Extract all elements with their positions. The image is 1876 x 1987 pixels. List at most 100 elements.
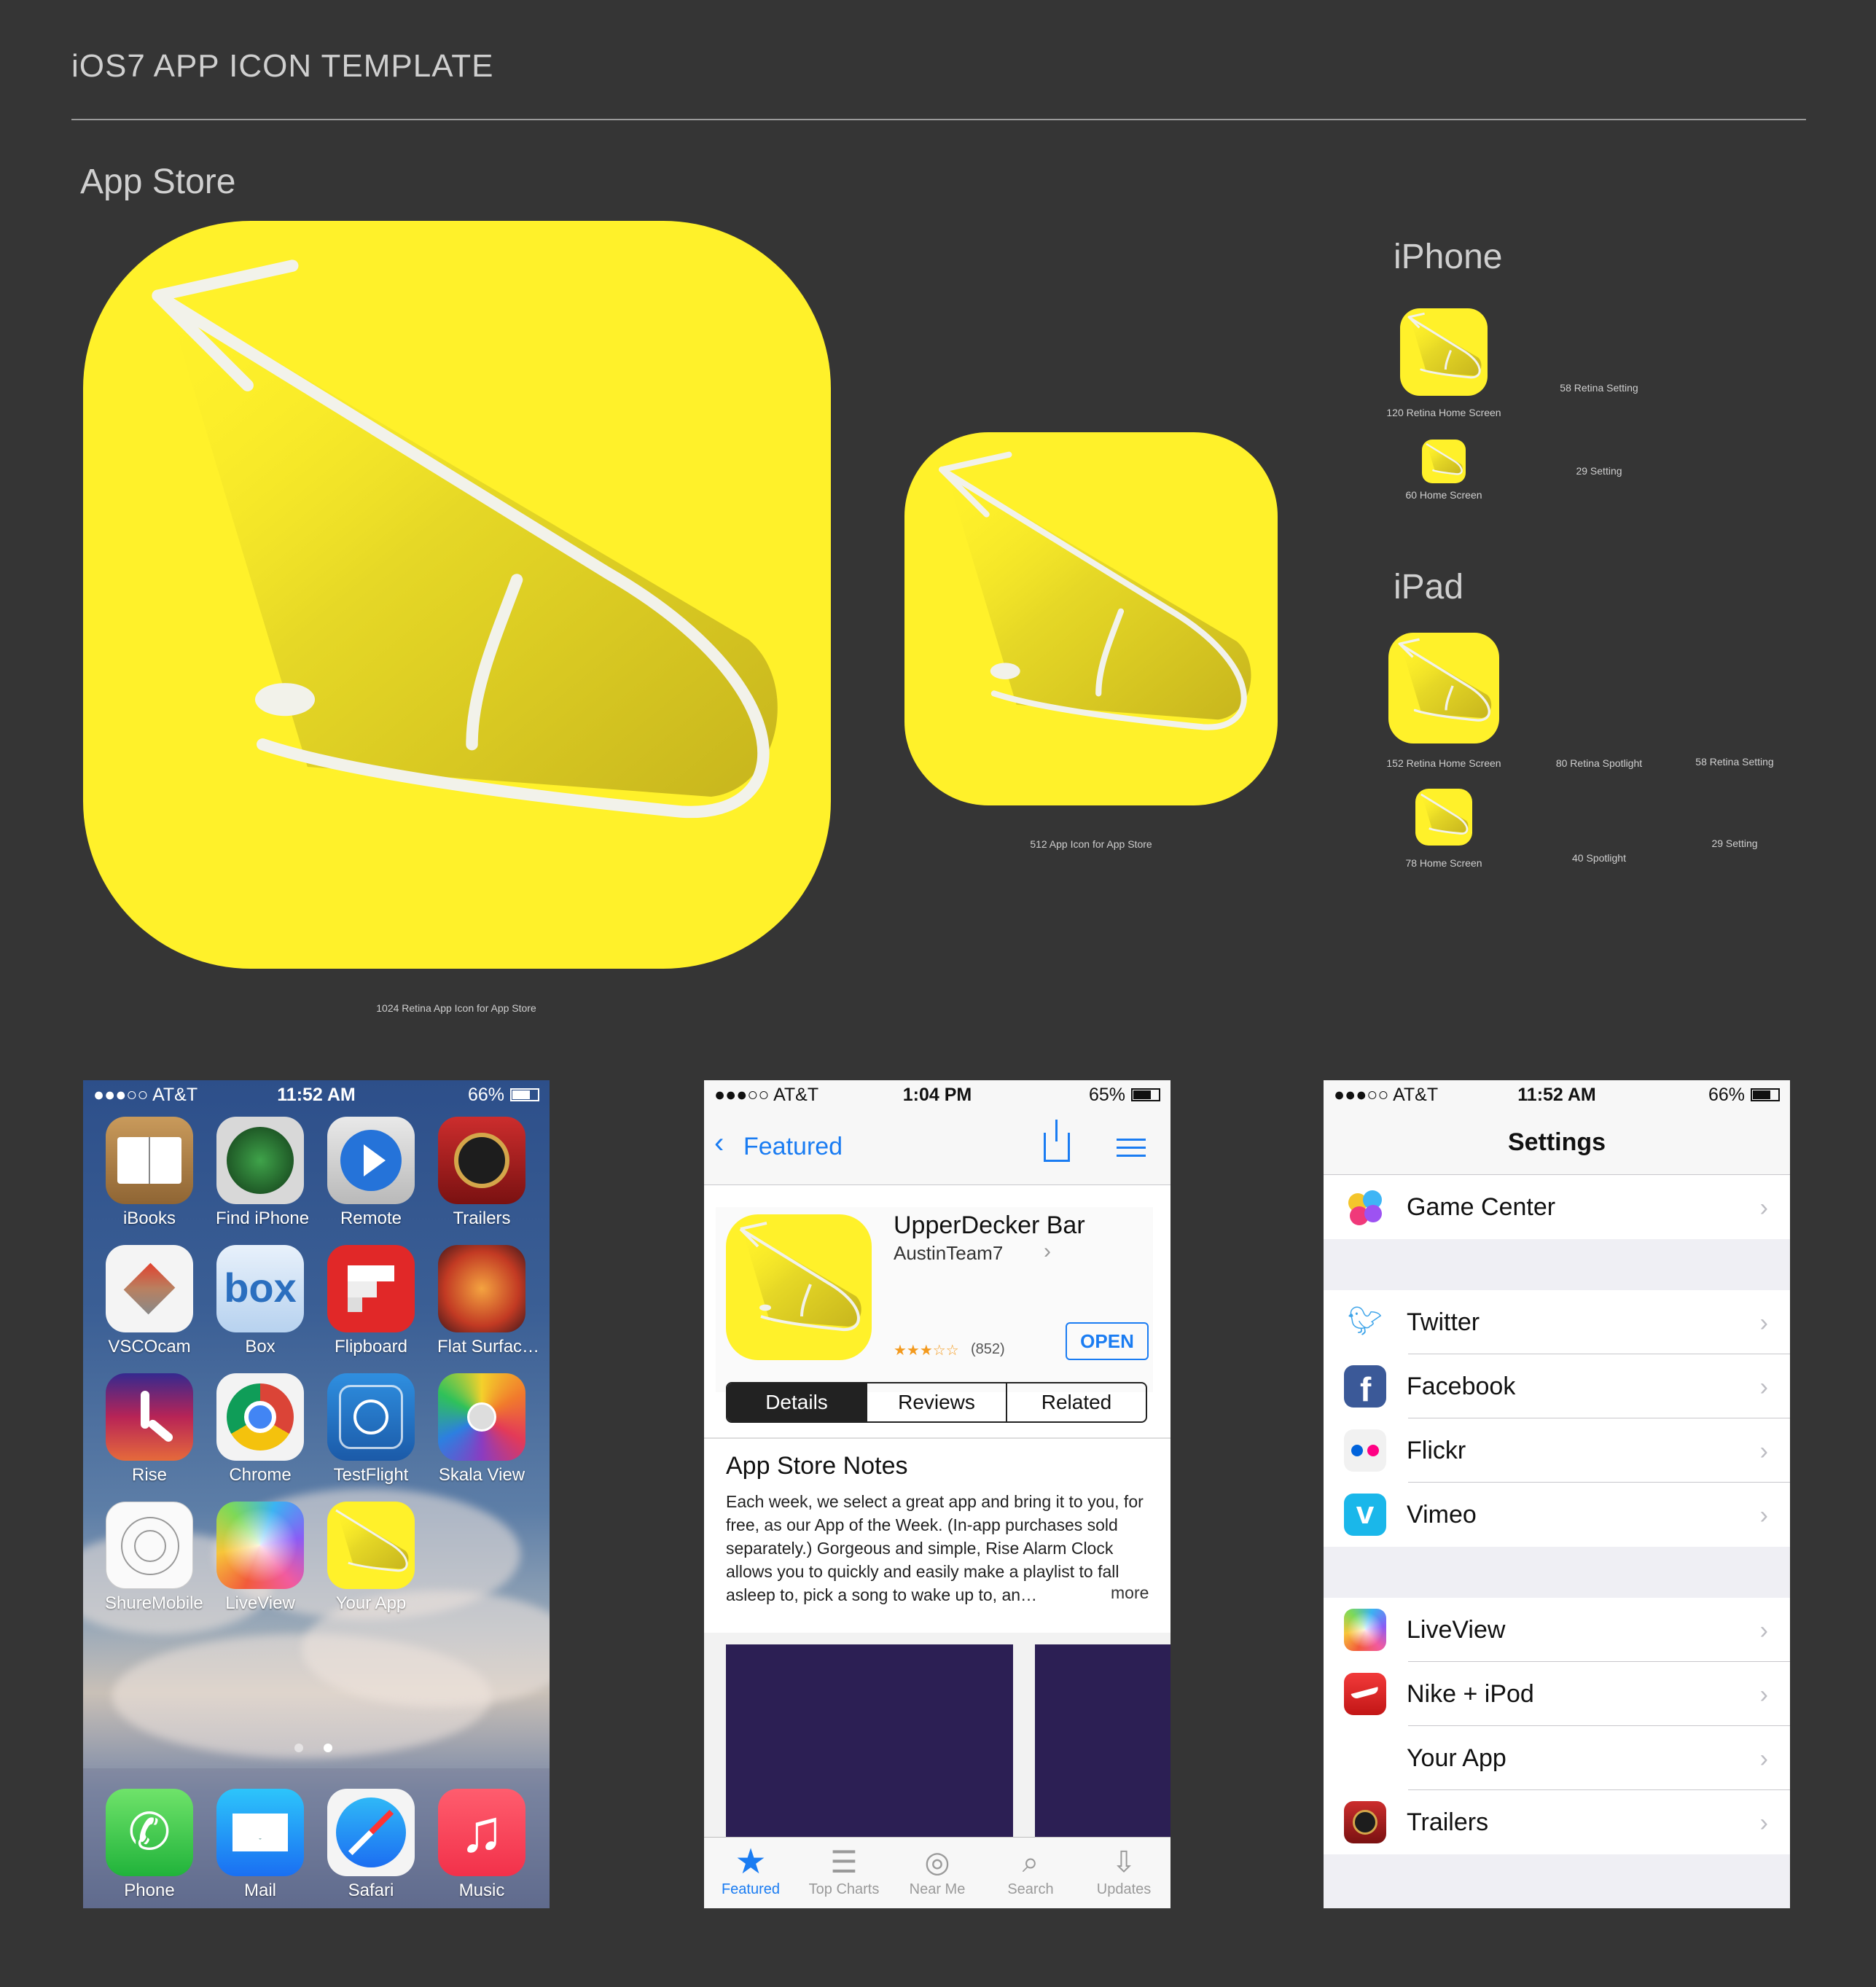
app-safari[interactable]: Safari xyxy=(327,1789,415,1901)
app-liveview[interactable]: LiveView xyxy=(216,1502,305,1614)
app-remote[interactable]: Remote xyxy=(327,1117,415,1229)
music-icon: ♫ xyxy=(438,1789,525,1876)
title-divider xyxy=(71,119,1806,120)
chevron-right-icon: › xyxy=(1759,1809,1768,1837)
your-app-icon xyxy=(1344,1737,1386,1779)
chevron-right-icon: › xyxy=(1759,1309,1768,1337)
row-facebook[interactable]: f Facebook › xyxy=(1324,1354,1790,1418)
developer-link[interactable]: AustinTeam7 xyxy=(894,1242,1003,1265)
tab-top-charts[interactable]: ☰ Top Charts xyxy=(797,1838,891,1908)
settings-title: Settings xyxy=(1324,1109,1790,1175)
back-chevron-icon[interactable]: ‹ xyxy=(714,1127,724,1160)
app-chrome[interactable]: Chrome xyxy=(216,1373,305,1486)
segment-related[interactable]: Related xyxy=(1007,1383,1146,1421)
row-liveview[interactable]: LiveView › xyxy=(1324,1598,1790,1662)
chrome-icon xyxy=(216,1373,304,1461)
upperdecker-logo-icon xyxy=(939,451,1251,730)
icon-iphone-120 xyxy=(1400,308,1488,396)
download-icon: ⇩ xyxy=(1111,1846,1136,1878)
caption-iphone-60: 60 Home Screen xyxy=(1405,489,1482,501)
developer-chevron-icon[interactable]: › xyxy=(1044,1239,1051,1264)
caption-iphone-29: 29 Setting xyxy=(1576,465,1622,477)
testflight-icon xyxy=(327,1373,415,1461)
app-icon-1024 xyxy=(83,221,831,969)
row-twitter[interactable]: 🐦︎ Twitter › xyxy=(1324,1290,1790,1354)
caption-ipad-152: 152 Retina Home Screen xyxy=(1386,757,1501,769)
safari-icon xyxy=(327,1789,415,1876)
rise-icon xyxy=(106,1373,193,1461)
remote-icon xyxy=(327,1117,415,1204)
game-center-icon xyxy=(1344,1186,1386,1228)
app-vscocam[interactable]: VSCOcam xyxy=(105,1245,194,1357)
divider xyxy=(704,1437,1170,1439)
app-icon-store[interactable] xyxy=(726,1214,872,1360)
app-find-iphone[interactable]: Find iPhone xyxy=(216,1117,309,1229)
tab-featured[interactable]: ★ Featured xyxy=(704,1838,797,1908)
flipboard-icon xyxy=(327,1245,415,1332)
tab-search[interactable]: ⌕ Search xyxy=(984,1838,1077,1908)
segment-details[interactable]: Details xyxy=(727,1383,867,1421)
page-title: iOS7 APP ICON TEMPLATE xyxy=(71,48,494,84)
icon-ipad-152 xyxy=(1388,633,1499,743)
tab-bar: ★ Featured ☰ Top Charts ◎ Near Me ⌕ Search ⇩… xyxy=(704,1837,1170,1908)
upperdecker-logo-icon xyxy=(739,1222,861,1332)
vscocam-icon xyxy=(106,1245,193,1332)
app-flipboard[interactable]: Flipboard xyxy=(327,1245,415,1357)
caption-ipad-78: 78 Home Screen xyxy=(1405,857,1482,869)
app-music[interactable]: ♫ Music xyxy=(437,1789,526,1901)
app-name: UpperDecker Bar xyxy=(894,1211,1085,1239)
vimeo-icon: v xyxy=(1344,1494,1386,1536)
row-your-app[interactable]: Your App › xyxy=(1324,1726,1790,1790)
app-skala-view[interactable]: Skala View xyxy=(437,1373,526,1486)
row-vimeo[interactable]: v Vimeo › xyxy=(1324,1483,1790,1547)
home-screen-mockup: ●●●○○ AT&T 11:52 AM 66% iBooks Find iPho… xyxy=(83,1080,550,1908)
segment-reviews[interactable]: Reviews xyxy=(867,1383,1007,1421)
app-your-app[interactable]: Your App xyxy=(327,1502,415,1614)
app-testflight[interactable]: TestFlight xyxy=(327,1373,415,1486)
chevron-right-icon: › xyxy=(1759,1194,1768,1222)
list-icon[interactable] xyxy=(1117,1139,1146,1157)
location-icon: ◎ xyxy=(924,1846,950,1878)
chevron-right-icon: › xyxy=(1759,1617,1768,1644)
status-bar: ●●●○○ AT&T 11:52 AM 66% xyxy=(1324,1080,1790,1109)
app-icon-512 xyxy=(904,432,1278,805)
app-mail[interactable]: Mail xyxy=(216,1789,305,1901)
share-icon[interactable] xyxy=(1044,1120,1070,1162)
page-dot-active[interactable] xyxy=(324,1744,332,1752)
battery-icon xyxy=(510,1088,539,1101)
app-shuremobile[interactable]: ShureMobile xyxy=(105,1502,203,1614)
page-dot[interactable] xyxy=(294,1744,303,1752)
row-game-center[interactable]: Game Center › xyxy=(1324,1175,1790,1239)
status-bar: ●●●○○ AT&T 11:52 AM 66% xyxy=(83,1080,550,1109)
open-button[interactable]: OPEN xyxy=(1066,1322,1149,1360)
screenshot-2[interactable] xyxy=(1035,1644,1170,1837)
caption-iphone-58: 58 Retina Setting xyxy=(1560,382,1638,394)
app-trailers[interactable]: Trailers xyxy=(437,1117,526,1229)
facebook-icon: f xyxy=(1344,1365,1386,1408)
tab-updates[interactable]: ⇩ Updates xyxy=(1077,1838,1170,1908)
caption-512: 512 App Icon for App Store xyxy=(1030,838,1152,850)
shuremobile-icon xyxy=(106,1502,193,1589)
app-flat-surface[interactable]: Flat Surfac… xyxy=(437,1245,539,1357)
list-icon: ☰ xyxy=(830,1845,858,1879)
row-flickr[interactable]: Flickr › xyxy=(1324,1418,1790,1483)
status-bar: ●●●○○ AT&T 1:04 PM 65% xyxy=(704,1080,1170,1109)
app-rise[interactable]: Rise xyxy=(105,1373,194,1486)
search-icon: ⌕ xyxy=(1022,1846,1039,1878)
twitter-icon: 🐦︎ xyxy=(1344,1301,1386,1343)
row-trailers[interactable]: Trailers › xyxy=(1324,1790,1790,1854)
row-nike-ipod[interactable]: Nike + iPod › xyxy=(1324,1662,1790,1726)
app-box[interactable]: box Box xyxy=(216,1245,305,1357)
screenshot-1[interactable] xyxy=(726,1644,1013,1837)
more-link[interactable]: more xyxy=(1108,1583,1149,1603)
ibooks-icon xyxy=(106,1117,193,1204)
tab-near-me[interactable]: ◎ Near Me xyxy=(891,1838,984,1908)
caption-1024: 1024 Retina App Icon for App Store xyxy=(376,1002,536,1014)
find-iphone-icon xyxy=(216,1117,304,1204)
battery-icon xyxy=(1751,1088,1780,1101)
app-ibooks[interactable]: iBooks xyxy=(105,1117,194,1229)
app-phone[interactable]: ✆ Phone xyxy=(105,1789,194,1901)
trailers-icon xyxy=(1344,1801,1386,1843)
back-button[interactable]: Featured xyxy=(743,1133,843,1161)
upperdecker-logo-icon xyxy=(1420,793,1469,835)
